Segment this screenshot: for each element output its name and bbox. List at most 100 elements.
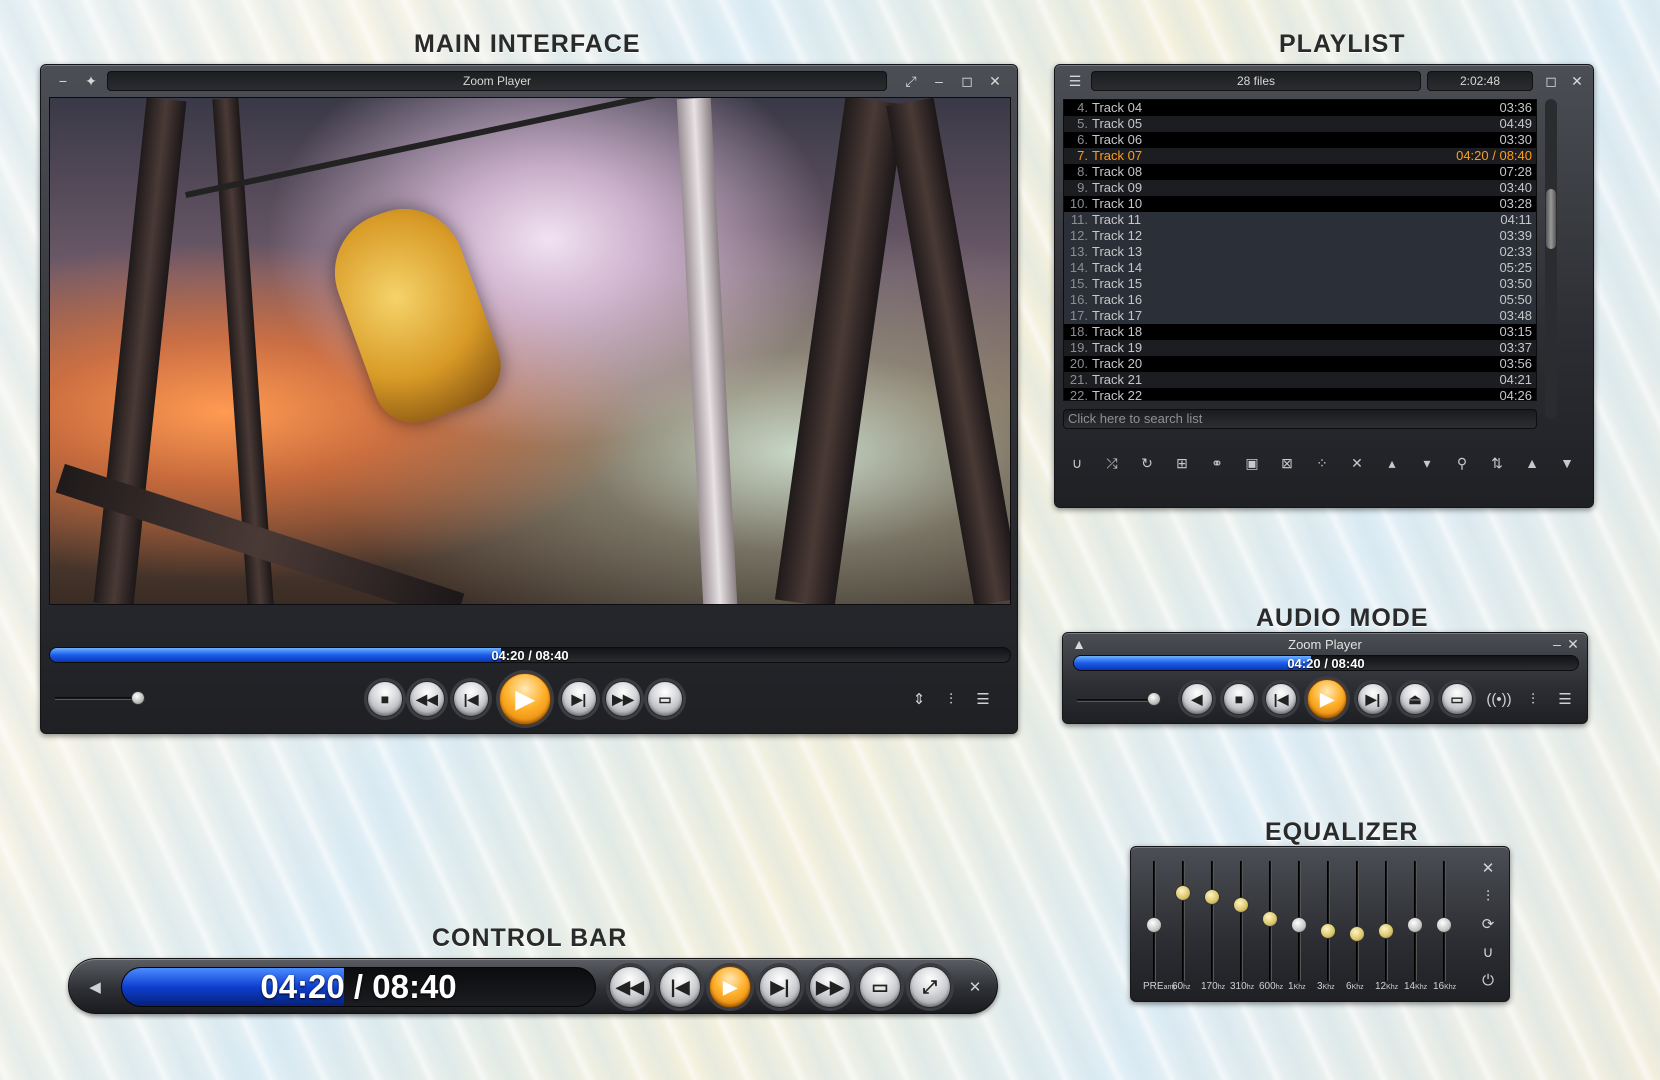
audio-seek-bar[interactable]: 04:20 / 08:40 xyxy=(1073,655,1579,671)
audio-stop-button[interactable]: ■ xyxy=(1223,683,1255,715)
scroll-thumb[interactable] xyxy=(1546,189,1556,249)
resize-icon[interactable]: ⇕ xyxy=(907,687,931,711)
radio-icon[interactable]: ((•)) xyxy=(1486,687,1511,711)
playlist-row[interactable]: 13. Track 13 02:33 xyxy=(1064,244,1536,260)
add-folder-icon[interactable]: ▣ xyxy=(1238,449,1266,477)
add-url-icon[interactable]: ⚭ xyxy=(1203,449,1231,477)
audio-volume-track[interactable] xyxy=(1077,699,1157,702)
audio-play-button[interactable]: ▶ xyxy=(1307,679,1347,719)
shuffle-icon[interactable]: ⤮ xyxy=(1098,449,1126,477)
control-bar-seek[interactable]: 04:20 / 08:40 xyxy=(121,967,596,1007)
playlist-row[interactable]: 5. Track 05 04:49 xyxy=(1064,116,1536,132)
tools-icon[interactable]: ⚲ xyxy=(1448,449,1476,477)
eq-slider-knob[interactable] xyxy=(1407,917,1423,933)
mute-button[interactable]: ◀ xyxy=(1181,683,1213,715)
scroll-up-icon[interactable]: ▲ xyxy=(1518,449,1546,477)
eq-slider-track[interactable] xyxy=(1182,861,1185,981)
playlist-icon[interactable]: ☰ xyxy=(971,687,995,711)
playlist-scrollbar[interactable] xyxy=(1545,99,1557,419)
playlist-icon[interactable]: ☰ xyxy=(1553,687,1577,711)
playlist-row[interactable]: 6. Track 06 03:30 xyxy=(1064,132,1536,148)
playlist-row[interactable]: 12. Track 12 03:39 xyxy=(1064,228,1536,244)
playlist-row[interactable]: 17. Track 17 03:48 xyxy=(1064,308,1536,324)
eq-slider-track[interactable] xyxy=(1385,861,1388,981)
eq-slider-track[interactable] xyxy=(1327,861,1330,981)
play-button[interactable]: ▶ xyxy=(499,673,551,725)
stop-button[interactable]: ■ xyxy=(367,681,403,717)
playlist-row[interactable]: 16. Track 16 05:50 xyxy=(1064,292,1536,308)
equalizer-icon[interactable]: ⫶ xyxy=(939,687,963,711)
remove-icon[interactable]: ⊠ xyxy=(1273,449,1301,477)
eq-slider-knob[interactable] xyxy=(1378,922,1394,939)
eq-slider-knob[interactable] xyxy=(1436,917,1452,933)
cb-open-button[interactable]: ▭ xyxy=(859,966,901,1008)
next-button[interactable]: ▶| xyxy=(561,681,597,717)
playlist-row[interactable]: 9. Track 09 03:40 xyxy=(1064,180,1536,196)
fullscreen-icon[interactable]: ⤢ xyxy=(901,72,921,90)
cb-fullscreen-button[interactable]: ⤢ xyxy=(909,966,951,1008)
rewind-button[interactable]: ◀◀ xyxy=(409,681,445,717)
eject-button[interactable]: ⏏ xyxy=(1399,683,1431,715)
sort-az-icon[interactable]: ⇅ xyxy=(1483,449,1511,477)
audio-previous-button[interactable]: |◀ xyxy=(1265,683,1297,715)
playlist-list[interactable]: 4. Track 04 03:36 5. Track 05 04:49 6. Track 06… xyxy=(1063,99,1537,404)
eq-slider-knob[interactable] xyxy=(1175,884,1191,901)
repeat-icon[interactable]: ↻ xyxy=(1133,449,1161,477)
magnet-icon[interactable]: ∪ xyxy=(1477,941,1499,963)
eq-slider-knob[interactable] xyxy=(1146,917,1162,933)
eq-slider-track[interactable] xyxy=(1240,861,1243,981)
power-icon[interactable]: ⏻ xyxy=(1477,969,1499,991)
eq-slider-knob[interactable] xyxy=(1291,917,1307,933)
fast-forward-button[interactable]: ▶▶ xyxy=(605,681,641,717)
move-down-icon[interactable]: ▾ xyxy=(1413,449,1441,477)
close-icon[interactable]: ✕ xyxy=(1567,72,1587,90)
cb-previous-button[interactable]: |◀ xyxy=(659,966,701,1008)
maximize-icon[interactable]: ◻ xyxy=(957,72,977,90)
eq-slider-track[interactable] xyxy=(1211,861,1214,981)
eq-slider-knob[interactable] xyxy=(1320,922,1336,939)
scroll-down-icon[interactable]: ▼ xyxy=(1553,449,1581,477)
playlist-row[interactable]: 14. Track 14 05:25 xyxy=(1064,260,1536,276)
close-icon[interactable]: ✕ xyxy=(1477,857,1499,879)
playlist-row[interactable]: 8. Track 08 07:28 xyxy=(1064,164,1536,180)
cb-fast-forward-button[interactable]: ▶▶ xyxy=(809,966,851,1008)
magnet-icon[interactable]: ∪ xyxy=(1063,449,1091,477)
seek-bar[interactable]: 04:20 / 08:40 xyxy=(49,647,1011,663)
close-icon[interactable]: ✕ xyxy=(963,975,987,999)
add-file-icon[interactable]: ⊞ xyxy=(1168,449,1196,477)
cb-rewind-button[interactable]: ◀◀ xyxy=(609,966,651,1008)
audio-next-button[interactable]: ▶| xyxy=(1357,683,1389,715)
playlist-row[interactable]: 19. Track 19 03:37 xyxy=(1064,340,1536,356)
playlist-row[interactable]: 10. Track 10 03:28 xyxy=(1064,196,1536,212)
cb-next-button[interactable]: ▶| xyxy=(759,966,801,1008)
move-up-icon[interactable]: ▴ xyxy=(1378,449,1406,477)
eq-slider-knob[interactable] xyxy=(1349,925,1365,942)
previous-button[interactable]: |◀ xyxy=(453,681,489,717)
playlist-row[interactable]: 22. Track 22 04:26 xyxy=(1064,388,1536,404)
eq-slider-knob[interactable] xyxy=(1204,889,1220,905)
playlist-search-input[interactable]: Click here to search list xyxy=(1063,409,1537,429)
playlist-row[interactable]: 21. Track 21 04:21 xyxy=(1064,372,1536,388)
speaker-icon[interactable]: ◀ xyxy=(83,975,107,999)
open-file-button[interactable]: ▭ xyxy=(647,681,683,717)
playlist-row[interactable]: 15. Track 15 03:50 xyxy=(1064,276,1536,292)
audio-open-button[interactable]: ▭ xyxy=(1441,683,1473,715)
playlist-row[interactable]: 4. Track 04 03:36 xyxy=(1064,100,1536,116)
playlist-row[interactable]: 11. Track 11 04:11 xyxy=(1064,212,1536,228)
eq-slider-knob[interactable] xyxy=(1233,896,1249,913)
eq-slider-track[interactable] xyxy=(1356,861,1359,981)
playlist-row[interactable]: 20. Track 20 03:56 xyxy=(1064,356,1536,372)
cb-play-button[interactable]: ▶ xyxy=(709,966,751,1008)
trim-icon[interactable]: ⁘ xyxy=(1308,449,1336,477)
minimize-icon[interactable]: – xyxy=(929,72,949,90)
pin-icon[interactable]: ✦ xyxy=(81,72,101,90)
close-icon[interactable]: ✕ xyxy=(985,72,1005,90)
eq-slider-knob[interactable] xyxy=(1262,911,1278,928)
clear-list-icon[interactable]: ✕ xyxy=(1343,449,1371,477)
audio-volume-knob[interactable] xyxy=(1147,692,1161,706)
minimize-menu-icon[interactable]: − xyxy=(53,72,73,90)
video-area[interactable] xyxy=(49,97,1011,605)
close-icon[interactable]: ✕ xyxy=(1563,635,1583,653)
playlist-row[interactable]: 18. Track 18 03:15 xyxy=(1064,324,1536,340)
maximize-icon[interactable]: ◻ xyxy=(1541,72,1561,90)
